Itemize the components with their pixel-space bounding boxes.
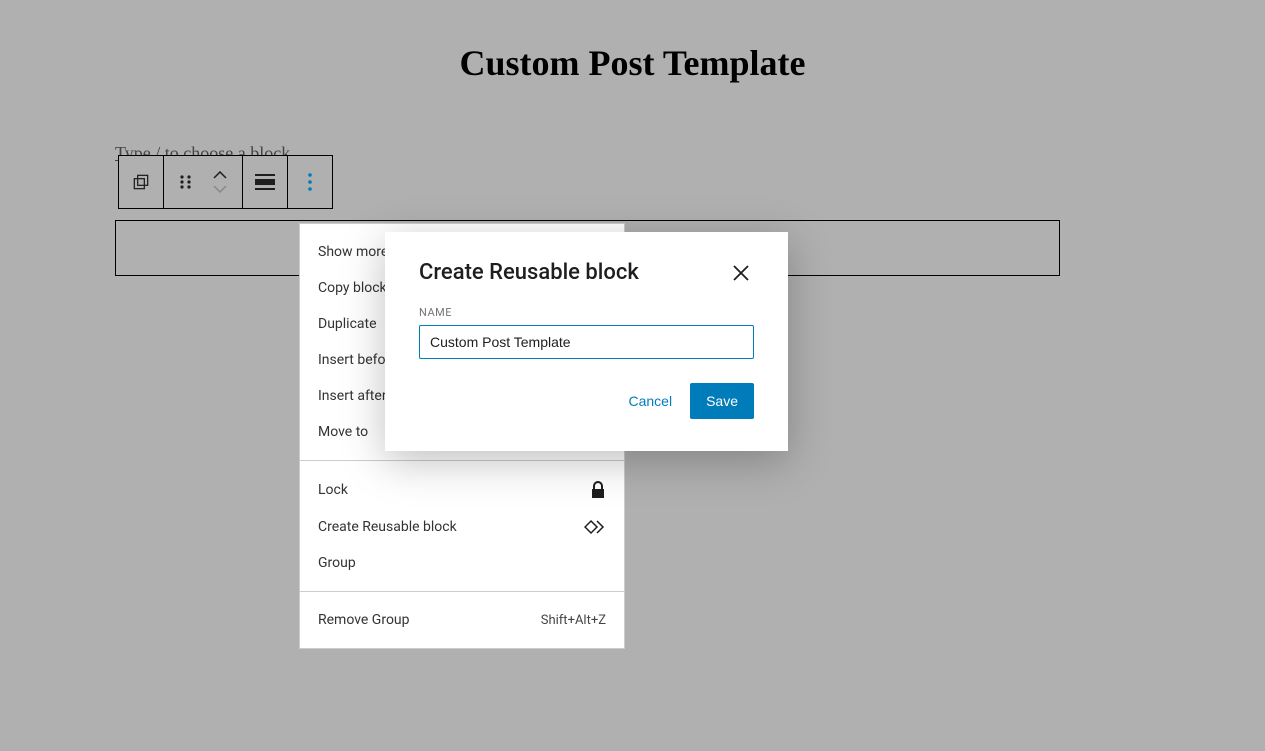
reusable-icon	[584, 519, 606, 535]
name-label: NAME	[419, 306, 754, 319]
move-down-icon[interactable]	[208, 183, 232, 195]
drag-handle-icon[interactable]	[174, 170, 198, 194]
menu-remove-group[interactable]: Remove Group Shift+Alt+Z	[300, 602, 624, 638]
menu-label: Duplicate	[318, 316, 377, 332]
menu-label: Insert after	[318, 388, 387, 404]
toolbar-group-movers	[164, 156, 243, 208]
menu-label: Remove Group	[318, 612, 410, 628]
menu-label: Copy block	[318, 280, 387, 296]
menu-group[interactable]: Group	[300, 545, 624, 581]
menu-lock[interactable]: Lock	[300, 471, 624, 509]
menu-label: Move to	[318, 424, 368, 440]
move-up-icon[interactable]	[208, 169, 232, 181]
page-title: Custom Post Template	[0, 0, 1265, 84]
cancel-button[interactable]: Cancel	[624, 385, 676, 417]
toolbar-group-options	[288, 156, 332, 208]
keyboard-shortcut: Shift+Alt+Z	[541, 613, 606, 628]
more-options-icon[interactable]	[298, 170, 322, 194]
close-icon[interactable]	[730, 262, 754, 286]
menu-create-reusable[interactable]: Create Reusable block	[300, 509, 624, 545]
menu-label: Create Reusable block	[318, 519, 457, 535]
dialog-title: Create Reusable block	[419, 260, 639, 285]
block-type-icon[interactable]	[129, 170, 153, 194]
toolbar-group-block-type	[119, 156, 164, 208]
toolbar-group-align	[243, 156, 288, 208]
save-button[interactable]: Save	[690, 383, 754, 419]
name-input[interactable]	[419, 325, 754, 359]
block-toolbar	[118, 155, 333, 209]
menu-label: Lock	[318, 482, 348, 498]
align-icon[interactable]	[253, 170, 277, 194]
create-reusable-dialog: Create Reusable block NAME Cancel Save	[385, 232, 788, 451]
lock-icon	[590, 481, 606, 499]
menu-label: Group	[318, 555, 356, 571]
